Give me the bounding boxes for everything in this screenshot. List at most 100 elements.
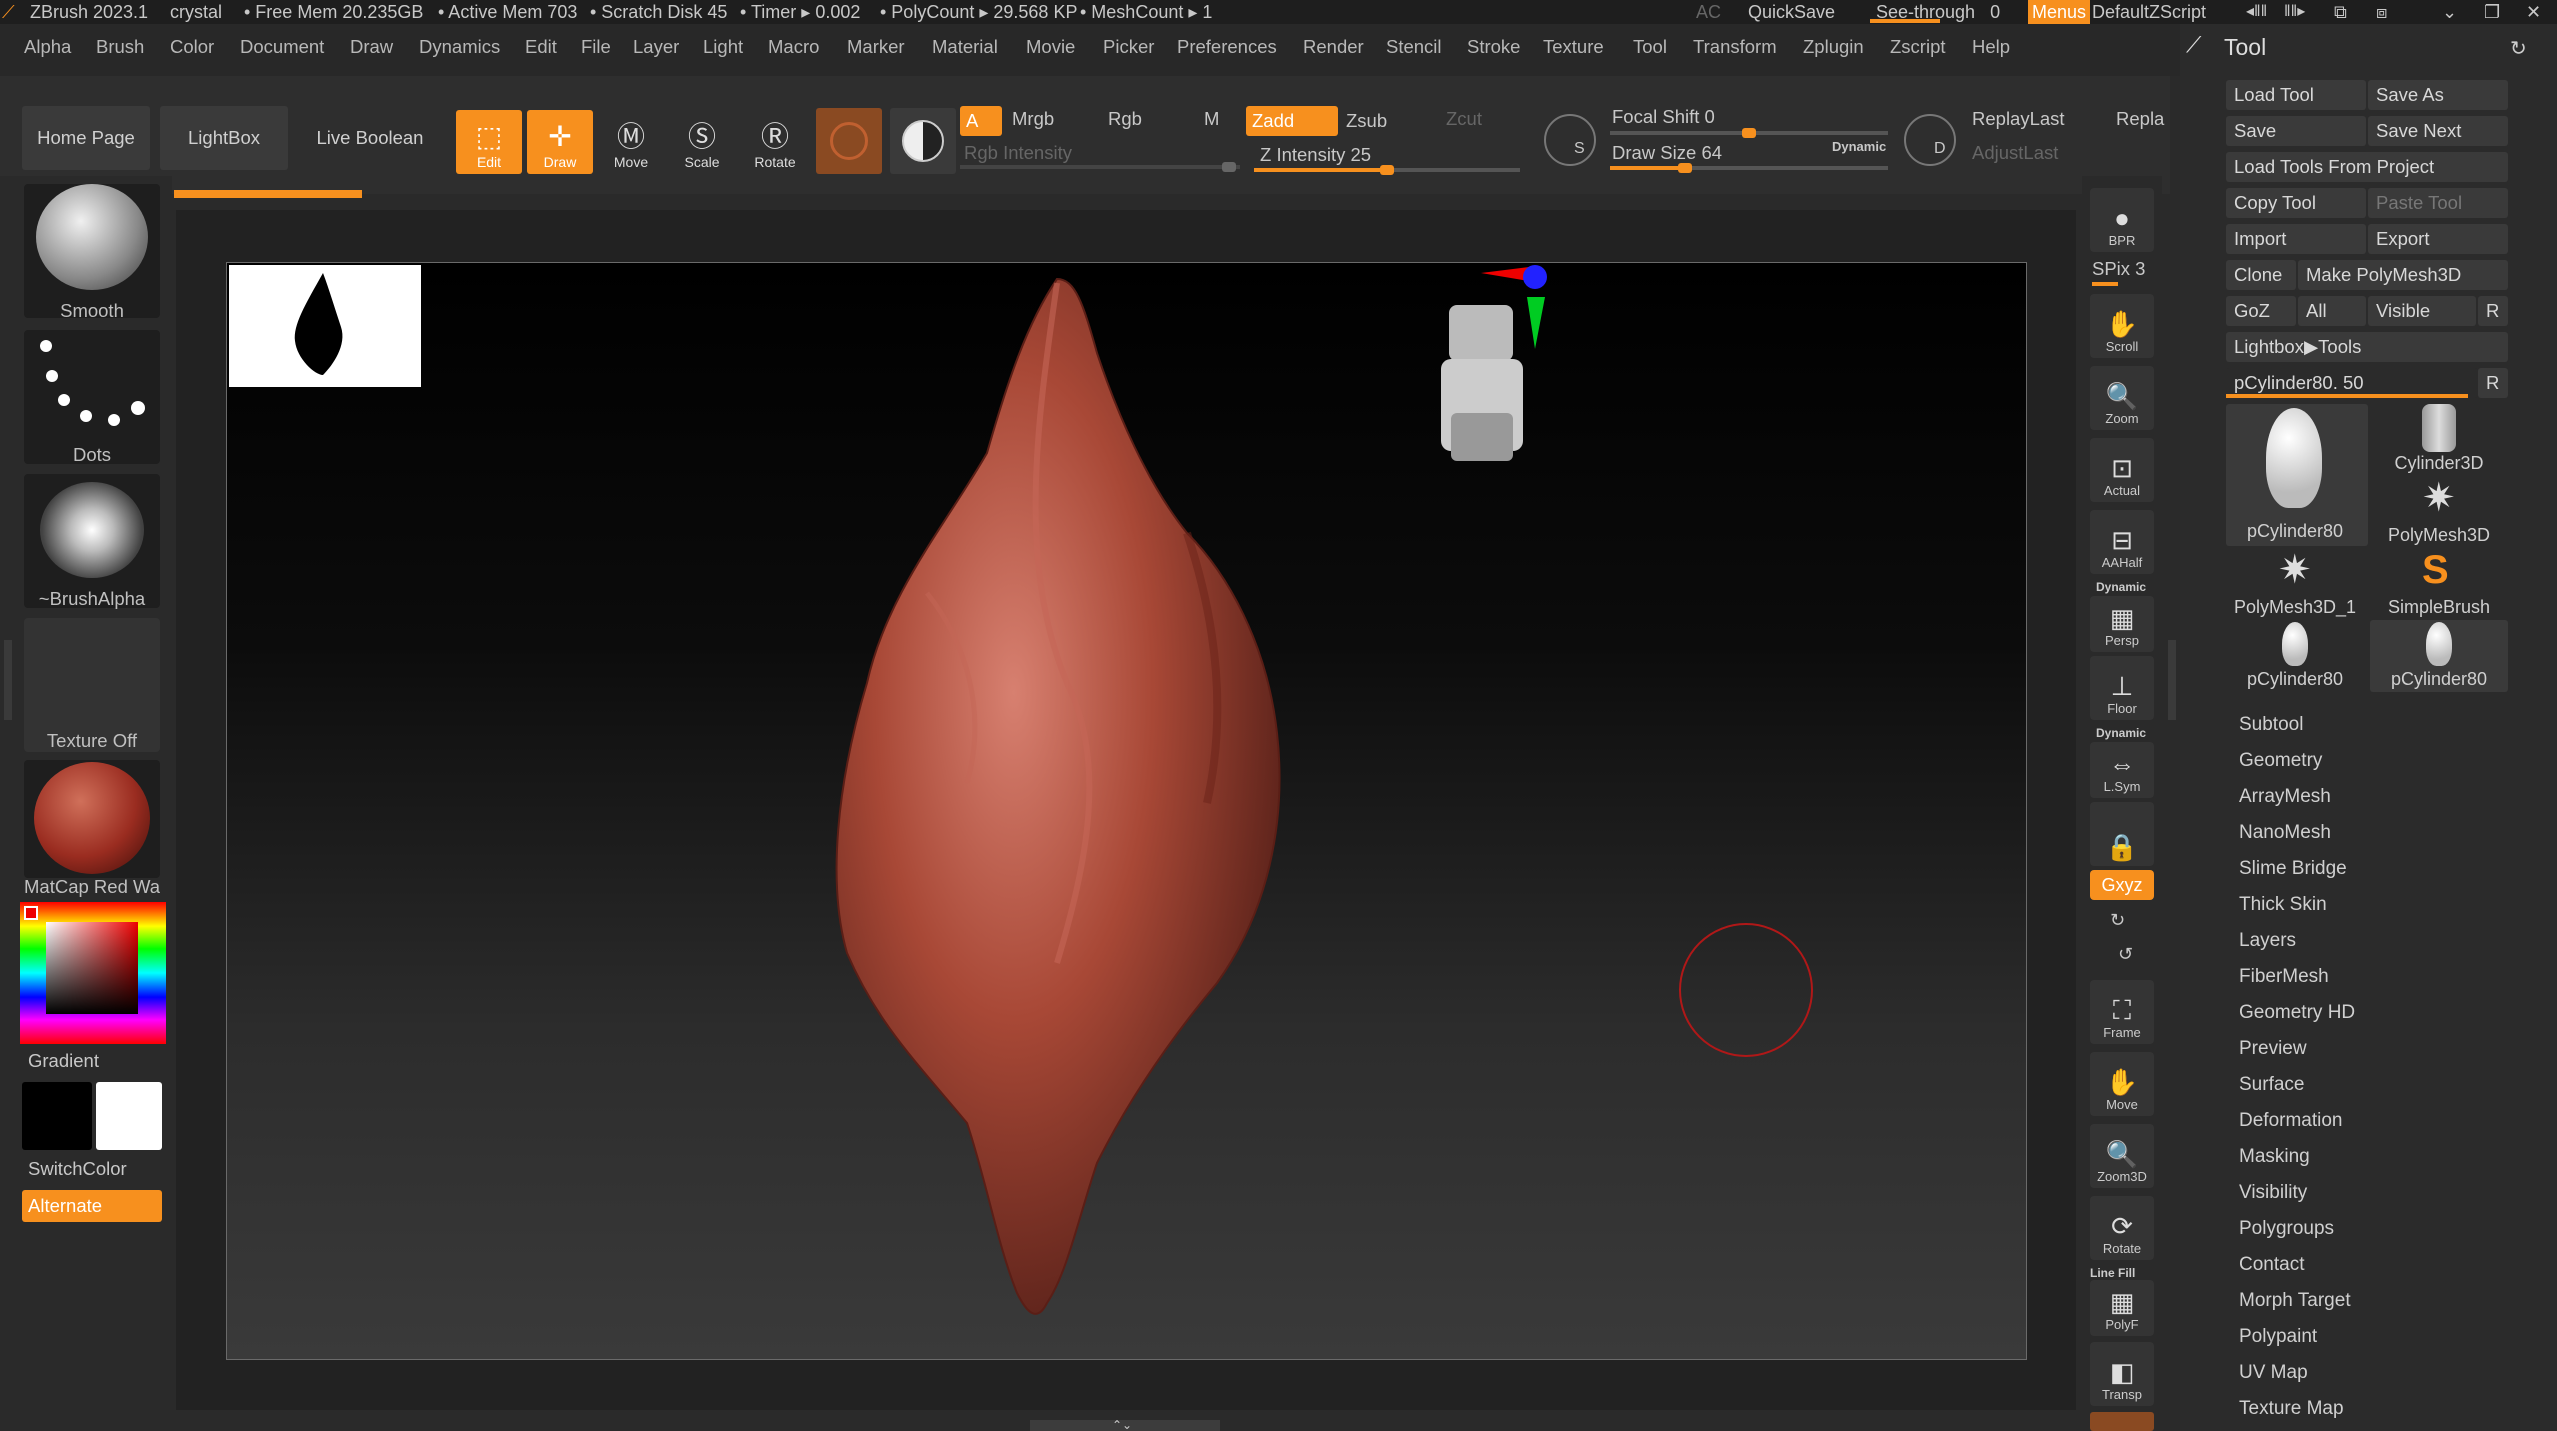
rotate-button[interactable]: Ⓡ Rotate [742, 110, 808, 174]
current-tool-r-button[interactable]: R [2478, 368, 2508, 398]
secondary-color-swatch[interactable] [22, 1082, 92, 1150]
actual-button[interactable]: ⊡ Actual [2090, 438, 2154, 502]
subpalette-fibermesh[interactable]: FiberMesh [2239, 966, 2329, 988]
draw-size-knob[interactable] [1678, 163, 1692, 173]
menu-material[interactable]: Material [932, 36, 998, 58]
subpalette-morph-target[interactable]: Morph Target [2239, 1290, 2351, 1312]
menu-edit[interactable]: Edit [525, 36, 557, 58]
alternate-toggle[interactable]: Alternate [22, 1190, 162, 1222]
subpalette-preview[interactable]: Preview [2239, 1038, 2307, 1060]
xyz-toggle[interactable]: Gxyz [2090, 870, 2154, 900]
mrgb-toggle[interactable]: Mrgb [1012, 108, 1054, 130]
home-page-button[interactable]: Home Page [22, 106, 150, 170]
subpalette-layers[interactable]: Layers [2239, 930, 2296, 952]
subpalette-texture-map[interactable]: Texture Map [2239, 1398, 2344, 1420]
subpalette-masking[interactable]: Masking [2239, 1146, 2310, 1168]
left-tray-handle[interactable] [4, 640, 12, 720]
make-polymesh3d-button[interactable]: Make PolyMesh3D [2298, 260, 2508, 290]
close-icon[interactable]: ✕ [2526, 0, 2541, 24]
menu-picker[interactable]: Picker [1103, 36, 1154, 58]
move-button[interactable]: Ⓜ Move [598, 110, 664, 174]
menu-light[interactable]: Light [703, 36, 743, 58]
zoom-button[interactable]: 🔍 Zoom [2090, 366, 2154, 430]
bpr-button[interactable]: ● BPR [2090, 188, 2154, 252]
menu-preferences[interactable]: Preferences [1177, 36, 1277, 58]
subtool-polymesh3d-1[interactable]: ✷ PolyMesh3D_1 [2226, 548, 2364, 618]
layout-icon[interactable]: ◂‖‖ [2246, 0, 2267, 24]
persp-button[interactable]: ▦ Persp [2090, 596, 2154, 652]
menu-help[interactable]: Help [1972, 36, 2010, 58]
menu-file[interactable]: File [581, 36, 611, 58]
menu-texture[interactable]: Texture [1543, 36, 1604, 58]
subpalette-deformation[interactable]: Deformation [2239, 1110, 2343, 1132]
menu-stroke[interactable]: Stroke [1467, 36, 1520, 58]
replay-last-rel-button[interactable]: Repla [2116, 108, 2164, 130]
menus-toggle[interactable]: Menus [2028, 0, 2091, 24]
menu-tool[interactable]: Tool [1633, 36, 1667, 58]
save-as-button[interactable]: Save As [2368, 80, 2508, 110]
zcut-toggle[interactable]: Zcut [1446, 108, 1482, 130]
main-color-swatch[interactable] [96, 1082, 162, 1150]
menu-zscript[interactable]: Zscript [1890, 36, 1946, 58]
menu-stencil[interactable]: Stencil [1386, 36, 1442, 58]
subtool-cylinder3d[interactable]: Cylinder3D [2370, 404, 2508, 474]
palette-refresh-icon[interactable]: ↻ [2510, 36, 2527, 61]
spix-slider[interactable]: SPix 3 [2092, 258, 2145, 280]
transp-button[interactable]: ◧ Transp [2090, 1342, 2154, 1406]
menu-render[interactable]: Render [1303, 36, 1364, 58]
menu-transform[interactable]: Transform [1693, 36, 1777, 58]
subpalette-surface[interactable]: Surface [2239, 1074, 2304, 1096]
subpalette-thick-skin[interactable]: Thick Skin [2239, 894, 2327, 916]
right-tray-handle[interactable] [2168, 640, 2176, 720]
frame-button[interactable]: ⛶ Frame [2090, 980, 2154, 1044]
dynamic-toggle[interactable]: Dynamic [1832, 139, 1886, 154]
adjust-last-button[interactable]: AdjustLast [1972, 142, 2058, 164]
rgb-intensity-knob[interactable] [1222, 162, 1236, 172]
z-intensity-slider[interactable]: Z Intensity 25 [1260, 144, 1371, 166]
z-intensity-knob[interactable] [1380, 165, 1394, 175]
restore-icon[interactable]: ❐ [2484, 0, 2500, 24]
save-button[interactable]: Save [2226, 116, 2366, 146]
brush-thumbnail[interactable] [24, 184, 160, 318]
menu-draw[interactable]: Draw [350, 36, 393, 58]
lsym-button[interactable]: ⇔ L.Sym [2090, 742, 2154, 798]
goz-all-button[interactable]: All [2298, 296, 2366, 326]
menu-marker[interactable]: Marker [847, 36, 905, 58]
import-button[interactable]: Import [2226, 224, 2366, 254]
focal-shift-knob[interactable] [1742, 128, 1756, 138]
menu-movie[interactable]: Movie [1026, 36, 1075, 58]
menu-alpha[interactable]: Alpha [24, 36, 71, 58]
save-next-button[interactable]: Save Next [2368, 116, 2508, 146]
scroll-button[interactable]: ✋ Scroll [2090, 294, 2154, 358]
color-saturation-square[interactable] [46, 922, 138, 1014]
subpalette-uv-map[interactable]: UV Map [2239, 1362, 2308, 1384]
menu-document[interactable]: Document [240, 36, 324, 58]
floating-palette-icon[interactable]: ⧉ [2334, 0, 2347, 24]
subpalette-subtool[interactable]: Subtool [2239, 714, 2303, 736]
default-zscript-button[interactable]: DefaultZScript [2092, 0, 2206, 24]
draw-size-slider[interactable]: Draw Size 64 [1612, 142, 1722, 164]
move-view-button[interactable]: ✋ Move [2090, 1052, 2154, 1116]
zoom3d-button[interactable]: 🔍 Zoom3D [2090, 1124, 2154, 1188]
gradient-toggle[interactable]: Gradient [28, 1050, 99, 1072]
switch-color-button[interactable]: SwitchColor [28, 1158, 127, 1180]
draw-button[interactable]: ✛ Draw [527, 110, 593, 174]
rotate-view-button[interactable]: ⟳ Rotate [2090, 1196, 2154, 1260]
polyf-button[interactable]: ▦ PolyF [2090, 1280, 2154, 1336]
layout-icon-2[interactable]: ‖‖▸ [2284, 0, 2305, 24]
subpalette-geometry[interactable]: Geometry [2239, 750, 2322, 772]
load-tool-button[interactable]: Load Tool [2226, 80, 2366, 110]
subpalette-polypaint[interactable]: Polypaint [2239, 1326, 2317, 1348]
goz-visible-button[interactable]: Visible [2368, 296, 2476, 326]
rotate-y-icon[interactable]: ↻ [2110, 910, 2125, 931]
goz-r-button[interactable]: R [2478, 296, 2508, 326]
menu-brush[interactable]: Brush [96, 36, 144, 58]
edit-button[interactable]: ⬚ Edit [456, 110, 522, 174]
lightbox-button[interactable]: LightBox [160, 106, 288, 170]
subtool-pcylinder80-3[interactable]: pCylinder80 [2370, 620, 2508, 690]
lazy-mouse-d-icon[interactable]: D [1904, 114, 1956, 166]
subtool-simplebrush[interactable]: S SimpleBrush [2370, 548, 2508, 618]
load-tools-from-project-button[interactable]: Load Tools From Project [2226, 152, 2508, 182]
subpalette-geometry-hd[interactable]: Geometry HD [2239, 1002, 2355, 1024]
subpalette-visibility[interactable]: Visibility [2239, 1182, 2307, 1204]
